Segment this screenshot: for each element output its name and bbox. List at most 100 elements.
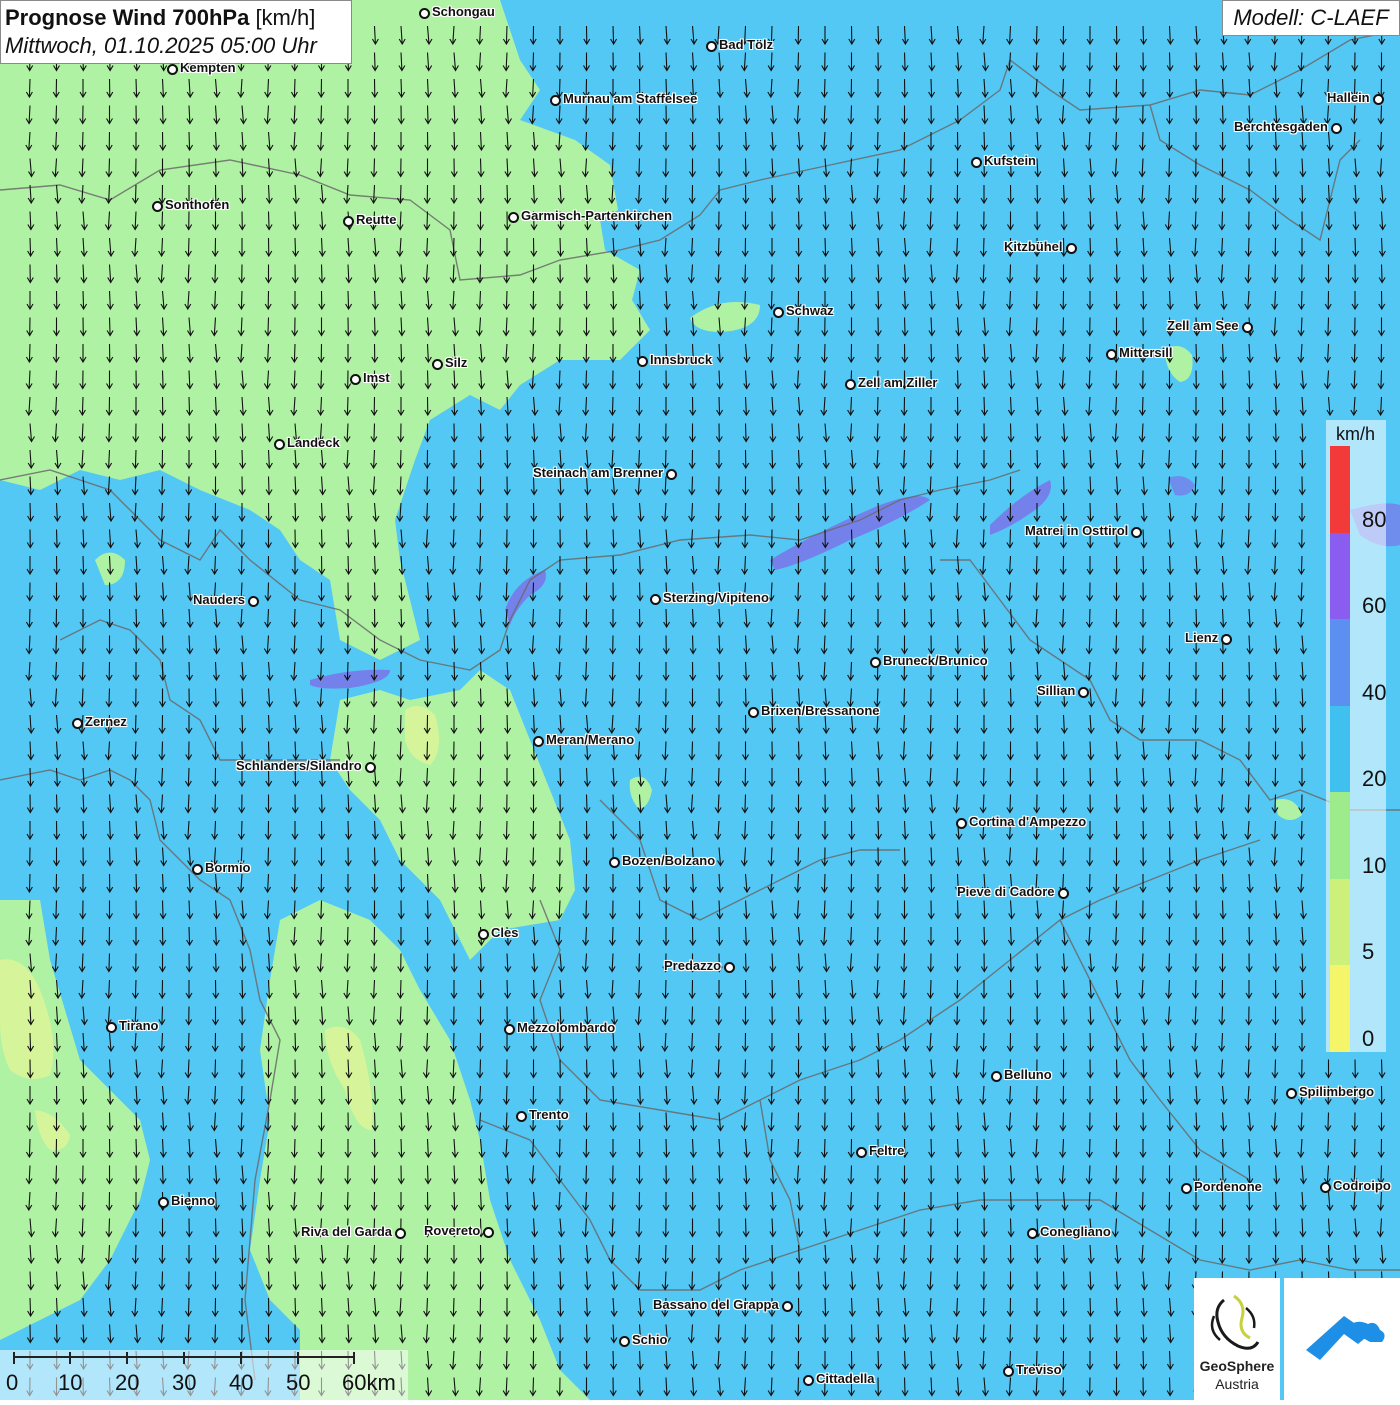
city-label: Cles: [491, 925, 519, 940]
city-marker: [773, 307, 784, 318]
legend-tick-label: 0: [1362, 1026, 1375, 1051]
city-marker: [152, 201, 163, 212]
city-marker: [856, 1147, 867, 1158]
legend-segment: [1330, 965, 1350, 1052]
city-label: Cortina d'Ampezzo: [969, 814, 1087, 829]
city-label: Tirano: [119, 1018, 159, 1033]
legend-segment: [1330, 619, 1350, 706]
city-label: Bormio: [205, 860, 251, 875]
scale-label: 50: [286, 1370, 311, 1395]
city-label: Zernez: [85, 714, 127, 729]
city-label: Sillian: [1037, 683, 1076, 698]
city-marker: [1058, 888, 1069, 899]
city-label: Schio: [632, 1332, 668, 1347]
city-label: Bassano del Grappa: [653, 1297, 779, 1312]
city-marker: [609, 857, 620, 868]
city-label: Pieve di Cadore: [957, 884, 1055, 899]
city-label: Reutte: [356, 212, 397, 227]
color-legend: km/h 0 5 10 20 40 60 80: [1326, 420, 1386, 1052]
city-marker: [1373, 94, 1384, 105]
city-label: Nauders: [193, 592, 246, 607]
distance-scale-bar: 0 10 20 30 40 50 60km: [0, 1350, 408, 1400]
legend-tick-label: 5: [1362, 939, 1375, 965]
legend-segment: [1330, 446, 1350, 533]
city-label: Innsbruck: [650, 352, 713, 367]
city-label: Feltre: [869, 1143, 905, 1158]
legend-tick-label: 40: [1362, 679, 1387, 705]
city-marker: [72, 718, 83, 729]
city-label: Garmisch-Partenkirchen: [521, 208, 673, 223]
legend-unit: km/h: [1336, 424, 1376, 444]
city-marker: [478, 929, 489, 940]
city-label: Bozen/Bolzano: [622, 853, 716, 868]
legend-segment: [1330, 878, 1350, 966]
legend-color-bar: [1330, 446, 1350, 1052]
city-label: Bad Tölz: [719, 37, 774, 52]
scale-tick: [183, 1352, 185, 1364]
city-marker: [550, 95, 561, 106]
city-marker: [724, 962, 735, 973]
city-marker: [167, 64, 178, 75]
city-label: Zell am Ziller: [858, 375, 938, 390]
city-label: Treviso: [1016, 1362, 1062, 1377]
scale-tick: [126, 1352, 128, 1364]
city-marker: [1221, 634, 1232, 645]
city-label: Sterzing/Vipiteno: [663, 590, 769, 605]
city-marker: [803, 1375, 814, 1386]
city-marker: [274, 439, 285, 450]
legend-tick-label: 10: [1362, 852, 1387, 878]
city-marker: [248, 596, 259, 607]
city-label: Schlanders/Silandro: [236, 758, 362, 773]
city-marker: [158, 1197, 169, 1208]
city-label: Hallein: [1327, 90, 1370, 105]
geosphere-logo-icon: [1210, 1294, 1260, 1350]
city-label: Spilimbergo: [1299, 1084, 1375, 1099]
city-marker: [650, 594, 661, 605]
city-marker: [1242, 322, 1253, 333]
city-label: Codroipo: [1333, 1178, 1391, 1193]
city-marker: [1320, 1182, 1331, 1193]
city-marker: [1106, 349, 1117, 360]
legend-segment: [1330, 705, 1350, 793]
city-label: Bienno: [171, 1193, 216, 1208]
city-marker: [1003, 1366, 1014, 1377]
city-label: Matrei in Osttirol: [1025, 523, 1129, 538]
city-marker: [1181, 1183, 1192, 1194]
city-label: Belluno: [1004, 1067, 1052, 1082]
city-marker: [956, 818, 967, 829]
map-title: Prognose Wind 700hPa: [5, 5, 250, 30]
city-marker: [106, 1022, 117, 1033]
city-marker: [419, 8, 430, 19]
city-marker: [1066, 243, 1077, 254]
city-label: Lienz: [1185, 630, 1219, 645]
city-label: Bruneck/Brunico: [883, 653, 988, 668]
scale-label: 0: [6, 1370, 19, 1395]
scale-tick: [240, 1352, 242, 1364]
city-label: Pordenone: [1194, 1179, 1262, 1194]
city-label: Silz: [445, 355, 468, 370]
city-label: Schwaz: [786, 303, 834, 318]
city-label: Predazzo: [664, 958, 722, 973]
city-label: Zell am See: [1167, 318, 1239, 333]
city-label: Imst: [363, 370, 390, 385]
city-marker: [870, 657, 881, 668]
map-title-box: Prognose Wind 700hPa [km/h] Mittwoch, 01…: [0, 0, 352, 64]
geosphere-country: Austria: [1215, 1376, 1259, 1392]
scale-label: 30: [172, 1370, 197, 1395]
city-marker: [971, 157, 982, 168]
city-label: Berchtesgaden: [1234, 119, 1328, 134]
city-marker: [1131, 527, 1142, 538]
city-marker: [432, 359, 443, 370]
city-marker: [192, 864, 203, 875]
legend-tick-label: 20: [1362, 766, 1387, 792]
city-marker: [508, 212, 519, 223]
legend-tick-label: 60: [1362, 593, 1387, 619]
city-label: Landeck: [287, 435, 340, 450]
geosphere-logo: GeoSphere Austria: [1194, 1278, 1280, 1400]
city-label: Brixen/Bressanone: [761, 703, 880, 718]
city-marker: [748, 707, 759, 718]
city-marker: [782, 1301, 793, 1312]
city-marker: [1027, 1228, 1038, 1239]
city-marker: [350, 374, 361, 385]
legend-segment: [1330, 532, 1350, 620]
